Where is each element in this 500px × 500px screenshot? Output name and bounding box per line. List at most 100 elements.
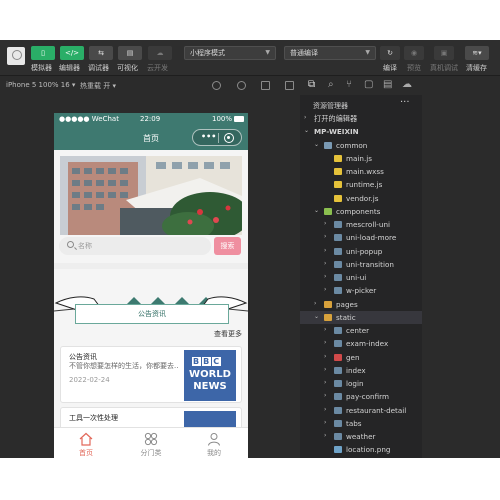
clear-cache-button[interactable]: ≋▾ <box>465 46 489 60</box>
chevron-right-icon[interactable]: › <box>324 366 326 373</box>
folder-icon <box>334 260 342 268</box>
tree-item[interactable]: › index <box>300 364 422 377</box>
tree-item[interactable]: › uni-popup <box>300 245 422 258</box>
chevron-right-icon[interactable]: › <box>324 406 326 413</box>
tree-item[interactable]: ⌄ components <box>300 205 422 218</box>
tree-item[interactable]: › center <box>300 324 422 337</box>
more-icon[interactable]: ··· <box>400 97 410 108</box>
cloud-dev-button[interactable]: ☁ <box>148 46 172 60</box>
chevron-down-icon[interactable]: ⌄ <box>314 207 319 214</box>
tree-item[interactable]: ⌄ common <box>300 139 422 152</box>
more-icon[interactable]: ••• <box>201 132 216 141</box>
chevron-right-icon[interactable]: › <box>324 286 326 293</box>
tree-item[interactable]: › uni-ui <box>300 271 422 284</box>
tree-item[interactable]: runtime.js <box>300 178 422 191</box>
cloud-icon[interactable]: ☁ <box>402 79 412 90</box>
chevron-down-icon[interactable]: ⌄ <box>314 313 319 320</box>
tab-home[interactable]: 首页 <box>66 432 106 458</box>
tab-profile[interactable]: 我的 <box>194 432 234 458</box>
banner-image[interactable] <box>60 156 242 235</box>
mode-select[interactable]: 小程序模式 ▼ <box>184 46 276 60</box>
tab-category[interactable]: 分门类 <box>131 432 171 458</box>
chevron-right-icon[interactable]: › <box>324 419 326 426</box>
preview-button[interactable]: ◉ <box>404 46 424 60</box>
extensions-icon[interactable]: ▤ <box>383 79 392 90</box>
tree-item[interactable]: › gen <box>300 351 422 364</box>
tree-item-label: static <box>336 312 356 322</box>
hot-reload-select[interactable]: 热重载 开 ▾ <box>80 81 116 91</box>
debugger-toggle-button[interactable]: ⇆ <box>89 46 113 60</box>
folder-icon <box>324 313 332 321</box>
tree-item[interactable]: › restaurant-detail <box>300 404 422 417</box>
tree-item[interactable]: › pay-confirm <box>300 390 422 403</box>
tree-item-label: components <box>336 206 381 216</box>
sound-icon[interactable] <box>261 81 270 90</box>
phone-icon: ▯ <box>41 49 45 57</box>
chevron-right-icon[interactable]: › <box>324 339 326 346</box>
chevron-right-icon[interactable]: › <box>324 247 326 254</box>
tree-item[interactable]: ⌄ static <box>300 310 422 324</box>
chevron-right-icon[interactable]: › <box>324 432 326 439</box>
tree-item-label: main.js <box>346 153 372 163</box>
split-view-icon[interactable] <box>285 81 294 90</box>
tree-item[interactable]: › weather <box>300 430 422 443</box>
simulator-subbar: iPhone 5 100% 16 ▾ 热重载 开 ▾ <box>0 77 300 95</box>
tree-item[interactable]: › pages <box>300 298 422 311</box>
files-icon[interactable]: ⧉ <box>308 79 315 90</box>
search-icon[interactable]: ⌕ <box>328 79 334 90</box>
tree-item[interactable]: › login <box>300 377 422 390</box>
folder-icon <box>324 207 332 215</box>
user-avatar[interactable] <box>7 47 25 65</box>
chevron-down-icon[interactable]: ⌄ <box>304 127 309 134</box>
simulator-toggle-button[interactable]: ▯ <box>31 46 55 60</box>
editor-toggle-button[interactable]: </> <box>60 46 84 60</box>
tree-item[interactable]: main.js <box>300 152 422 165</box>
chevron-right-icon[interactable]: › <box>324 353 326 360</box>
compile-button[interactable]: ↻ <box>380 46 400 60</box>
compile-select[interactable]: 普通编译 ▼ <box>284 46 376 60</box>
tree-item[interactable]: › mescroll-uni <box>300 218 422 231</box>
carrier-text: ●●●●● WeChat <box>59 115 119 123</box>
record-icon[interactable] <box>237 81 246 90</box>
chevron-right-icon[interactable]: › <box>324 392 326 399</box>
chevron-right-icon[interactable]: › <box>324 233 326 240</box>
tree-item-label: 打开的编辑器 <box>314 114 358 123</box>
chevron-right-icon[interactable]: › <box>324 260 326 267</box>
tree-item[interactable]: › tabs <box>300 417 422 430</box>
home-icon <box>79 432 93 446</box>
source-control-icon[interactable]: ⑂ <box>346 79 352 90</box>
tree-item[interactable]: › exam-index <box>300 337 422 350</box>
folder-icon <box>334 406 342 414</box>
debug-run-icon[interactable]: ▢ <box>364 79 373 90</box>
chevron-right-icon[interactable]: › <box>304 114 306 121</box>
tree-item[interactable]: › uni-transition <box>300 258 422 271</box>
folder-icon <box>334 380 342 387</box>
chevron-right-icon[interactable]: › <box>314 300 316 307</box>
tree-item[interactable]: › uni-load-more <box>300 231 422 244</box>
chevron-right-icon[interactable]: › <box>324 220 326 227</box>
news-card[interactable]: 公告资讯 不管你想要怎样的生活，你都要去... 2022-02-24 BBC W… <box>60 346 242 403</box>
file-icon <box>334 154 342 162</box>
remote-debug-button[interactable]: ▣ <box>434 46 454 60</box>
device-select[interactable]: iPhone 5 100% 16 ▾ <box>6 81 75 89</box>
visual-toggle-button[interactable]: ▤ <box>118 46 142 60</box>
refresh-icon: ↻ <box>387 49 393 57</box>
view-more-link[interactable]: 查看更多 <box>214 329 242 339</box>
close-circle-icon[interactable] <box>224 133 234 143</box>
battery-icon <box>234 116 244 122</box>
tree-item[interactable]: › 打开的编辑器 <box>300 112 422 125</box>
rotate-icon[interactable] <box>212 81 221 90</box>
chevron-right-icon[interactable]: › <box>324 379 326 386</box>
search-input[interactable]: 名称 <box>59 237 211 255</box>
tree-item[interactable]: main.wxss <box>300 165 422 178</box>
chevron-right-icon[interactable]: › <box>324 326 326 333</box>
chevron-down-icon[interactable]: ⌄ <box>314 141 319 148</box>
main-toolbar: ▯ 模拟器 </> 编辑器 ⇆ 调试器 ▤ 可视化 ☁ 云开发 小程序模式 ▼ … <box>0 40 500 76</box>
tree-item[interactable]: location.png <box>300 443 422 456</box>
tree-item[interactable]: › w-picker <box>300 284 422 297</box>
search-button[interactable]: 搜索 <box>214 237 241 255</box>
tree-item[interactable]: ⌄ MP-WEIXIN <box>300 125 422 138</box>
chevron-right-icon[interactable]: › <box>324 273 326 280</box>
capsule-menu[interactable]: ••• <box>192 129 242 146</box>
tree-item[interactable]: vendor.js <box>300 192 422 205</box>
